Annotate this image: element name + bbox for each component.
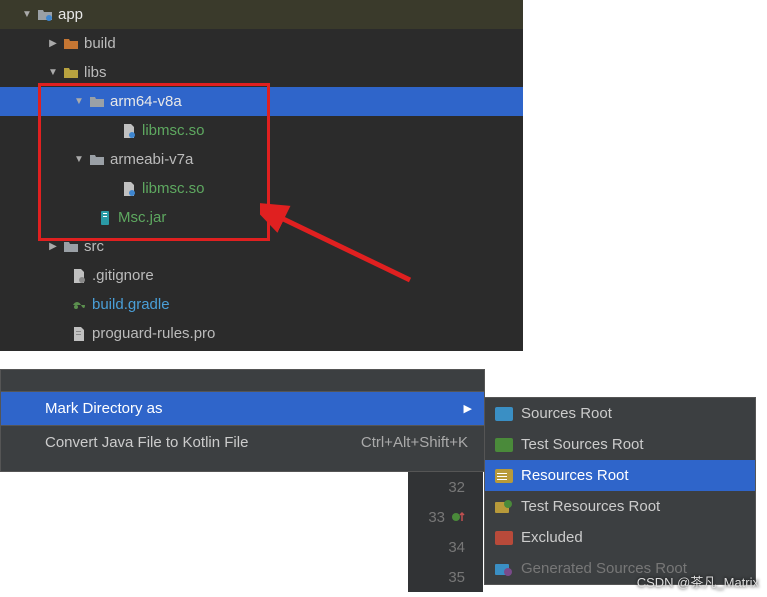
tree-node-libs[interactable]: ▼ libs xyxy=(0,58,523,87)
tree-label: Msc.jar xyxy=(118,209,166,226)
menu-label: Convert Java File to Kotlin File xyxy=(45,434,248,451)
tree-label: proguard-rules.pro xyxy=(92,325,215,342)
tree-label: libs xyxy=(84,64,107,81)
chevron-right-icon: ▶ xyxy=(464,402,472,415)
tree-node-proguard[interactable]: proguard-rules.pro xyxy=(0,319,523,348)
line-number: 34 xyxy=(408,532,483,562)
file-icon xyxy=(120,122,138,140)
tree-node-mscjar[interactable]: Msc.jar xyxy=(0,203,523,232)
submenu-label: Test Resources Root xyxy=(521,498,660,515)
tree-label: libmsc.so xyxy=(142,122,205,139)
tree-node-gitignore[interactable]: .gitignore xyxy=(0,261,523,290)
keyboard-shortcut: Ctrl+Alt+Shift+K xyxy=(361,434,468,451)
tree-node-build[interactable]: ▶ build xyxy=(0,29,523,58)
tree-label: libmsc.so xyxy=(142,180,205,197)
generated-sources-root-icon xyxy=(495,562,513,576)
file-icon xyxy=(70,325,88,343)
file-icon xyxy=(70,267,88,285)
folder-icon xyxy=(88,151,106,169)
tree-label: .gitignore xyxy=(92,267,154,284)
tree-node-app[interactable]: ▼ app xyxy=(0,0,523,29)
tree-node-buildgradle[interactable]: build.gradle xyxy=(0,290,523,319)
line-number: 35 xyxy=(408,562,483,592)
project-tree-panel: ▼ app ▶ build ▼ libs ▼ arm64-v8a libmsc.… xyxy=(0,0,523,351)
resources-root-icon xyxy=(495,469,513,483)
override-up-icon[interactable] xyxy=(451,510,465,524)
tree-label: build.gradle xyxy=(92,296,170,313)
editor-gutter: 32 33 34 35 xyxy=(408,472,483,592)
sources-root-icon xyxy=(495,407,513,421)
tree-node-arm64[interactable]: ▼ arm64-v8a xyxy=(0,87,523,116)
module-icon xyxy=(36,6,54,24)
submenu-item-test-resources-root[interactable]: Test Resources Root xyxy=(485,491,755,522)
folder-icon xyxy=(62,35,80,53)
menu-label: Mark Directory as xyxy=(45,400,163,417)
submenu-label: Test Sources Root xyxy=(521,436,644,453)
tree-node-libmsc1[interactable]: libmsc.so xyxy=(0,116,523,145)
context-menu: Mark Directory as ▶ Convert Java File to… xyxy=(0,369,485,472)
submenu-label: Excluded xyxy=(521,529,583,546)
submenu-item-test-sources-root[interactable]: Test Sources Root xyxy=(485,429,755,460)
submenu-item-excluded[interactable]: Excluded xyxy=(485,522,755,553)
submenu-label: Resources Root xyxy=(521,467,629,484)
excluded-icon xyxy=(495,531,513,545)
chevron-right-icon: ▶ xyxy=(46,241,60,252)
submenu-item-sources-root[interactable]: Sources Root xyxy=(485,398,755,429)
context-menu-panel: Mark Directory as ▶ Convert Java File to… xyxy=(0,369,757,591)
tree-node-src[interactable]: ▶ src xyxy=(0,232,523,261)
tree-label: app xyxy=(58,6,83,23)
tree-node-libmsc2[interactable]: libmsc.so xyxy=(0,174,523,203)
folder-icon xyxy=(88,93,106,111)
line-number: 32 xyxy=(408,472,483,502)
tree-label: build xyxy=(84,35,116,52)
watermark-text: CSDN @茶凡_Matrix xyxy=(637,572,759,591)
jar-icon xyxy=(96,209,114,227)
test-resources-root-icon xyxy=(495,500,513,514)
chevron-right-icon: ▶ xyxy=(46,38,60,49)
chevron-down-icon: ▼ xyxy=(72,154,86,165)
tree-label: arm64-v8a xyxy=(110,93,182,110)
submenu-item-resources-root[interactable]: Resources Root xyxy=(485,460,755,491)
menu-item-mark-directory[interactable]: Mark Directory as ▶ xyxy=(1,392,484,425)
line-number: 33 xyxy=(408,502,483,532)
chevron-down-icon: ▼ xyxy=(72,96,86,107)
tree-node-armeabi[interactable]: ▼ armeabi-v7a xyxy=(0,145,523,174)
gradle-icon xyxy=(70,296,88,314)
menu-item-truncated[interactable] xyxy=(1,370,484,392)
folder-icon xyxy=(62,64,80,82)
tree-label: src xyxy=(84,238,104,255)
menu-item-convert-kotlin[interactable]: Convert Java File to Kotlin File Ctrl+Al… xyxy=(1,426,484,459)
folder-icon xyxy=(62,238,80,256)
mark-directory-submenu: Sources Root Test Sources Root Resources… xyxy=(484,397,756,585)
chevron-down-icon: ▼ xyxy=(46,67,60,78)
tree-label: armeabi-v7a xyxy=(110,151,193,168)
chevron-down-icon: ▼ xyxy=(20,9,34,20)
file-icon xyxy=(120,180,138,198)
test-sources-root-icon xyxy=(495,438,513,452)
submenu-label: Sources Root xyxy=(521,405,612,422)
